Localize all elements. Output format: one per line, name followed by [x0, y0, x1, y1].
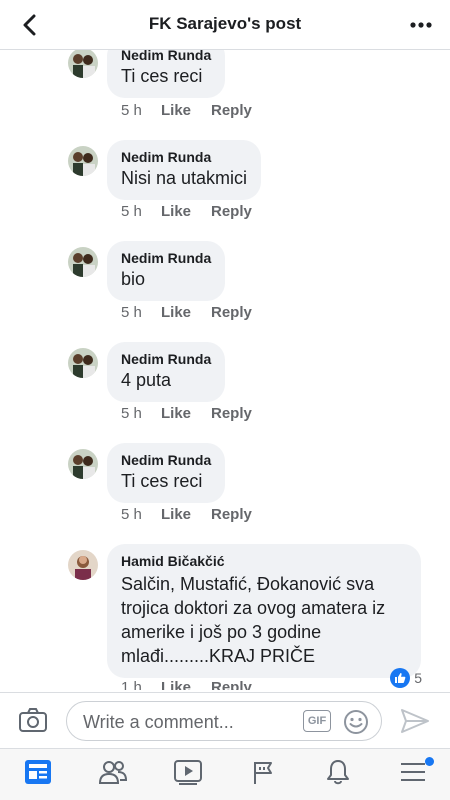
reaction-count: 5 — [414, 670, 422, 686]
comment-author[interactable]: Nedim Runda — [121, 50, 211, 64]
comment-text: 4 puta — [121, 370, 172, 390]
comment-text: Salčin, Mustafić, Đokanović sva trojica … — [121, 574, 386, 666]
reaction-summary[interactable]: 5 — [390, 668, 422, 688]
comment-text: Ti ces reci — [121, 66, 203, 86]
like-button[interactable]: Like — [161, 203, 211, 220]
tab-pages[interactable] — [225, 749, 300, 800]
avatar[interactable] — [68, 146, 98, 176]
comment-time: 1 h — [121, 679, 142, 690]
comment-bubble[interactable]: Nedim Runda Ti ces reci — [107, 50, 226, 98]
camera-icon[interactable] — [18, 707, 48, 735]
comment-author[interactable]: Nedim Runda — [121, 451, 211, 469]
tab-friends[interactable] — [75, 749, 150, 800]
comment-text: Nisi na utakmici — [121, 168, 248, 188]
like-button[interactable]: Like — [161, 102, 211, 119]
reply-button[interactable]: Reply — [211, 506, 252, 523]
comment-meta: 5 h Like Reply — [121, 304, 252, 321]
comment-author[interactable]: Nedim Runda — [121, 350, 211, 368]
comment-time: 5 h — [121, 506, 142, 523]
like-button[interactable]: Like — [161, 679, 211, 690]
comment-text: Ti ces reci — [121, 471, 203, 491]
gif-button[interactable]: GIF — [303, 710, 331, 732]
comment-time: 5 h — [121, 304, 142, 321]
reply-button[interactable]: Reply — [211, 679, 252, 690]
tab-notifications[interactable] — [300, 749, 375, 800]
comment-bubble[interactable]: Nedim Runda bio — [107, 241, 226, 301]
reply-button[interactable]: Reply — [211, 203, 252, 220]
tab-watch[interactable] — [150, 749, 225, 800]
comment-time: 5 h — [121, 405, 142, 422]
reply-button[interactable]: Reply — [211, 304, 252, 321]
avatar[interactable] — [68, 348, 98, 378]
comment-input-placeholder: Write a comment... — [83, 712, 234, 732]
comment-bubble[interactable]: Nedim Runda Nisi na utakmici — [107, 140, 262, 200]
comment-meta: 5 h Like Reply — [121, 405, 252, 422]
reply-button[interactable]: Reply — [211, 405, 252, 422]
avatar[interactable] — [68, 50, 98, 78]
avatar[interactable] — [68, 449, 98, 479]
comment-meta: 5 h Like Reply — [121, 102, 252, 119]
comment-composer: Write a comment... GIF — [0, 692, 450, 748]
reply-button[interactable]: Reply — [211, 102, 252, 119]
news-feed-icon — [24, 759, 52, 790]
bell-icon — [325, 758, 351, 791]
top-bar: FK Sarajevo's post — [0, 0, 450, 50]
flag-icon — [250, 759, 276, 790]
comment-meta: 5 h Like Reply — [121, 203, 252, 220]
send-icon[interactable] — [400, 707, 430, 735]
comment-bubble[interactable]: Nedim Runda Ti ces reci — [107, 443, 226, 503]
comment-author[interactable]: Nedim Runda — [121, 148, 247, 166]
comment-author[interactable]: Hamid Bičakčić — [121, 552, 407, 570]
page-title: FK Sarajevo's post — [148, 14, 302, 33]
comment-meta: 5 h Like Reply — [121, 506, 252, 523]
like-button[interactable]: Like — [161, 506, 211, 523]
like-button[interactable]: Like — [161, 405, 211, 422]
comment-input[interactable]: Write a comment... GIF — [66, 701, 382, 741]
notification-dot — [425, 757, 434, 766]
thumbs-up-icon — [390, 668, 411, 688]
avatar[interactable] — [68, 550, 98, 580]
tab-news-feed[interactable] — [0, 749, 75, 800]
tab-menu[interactable] — [375, 749, 450, 800]
menu-icon — [399, 761, 427, 788]
watch-icon — [173, 759, 203, 790]
comment-author[interactable]: Nedim Runda — [121, 249, 211, 267]
comment-meta: 1 h Like Reply — [121, 679, 252, 690]
comment-bubble[interactable]: Hamid Bičakčić Salčin, Mustafić, Đokanov… — [107, 544, 421, 678]
comment-time: 5 h — [121, 203, 142, 220]
comment-time: 5 h — [121, 102, 142, 119]
more-options-icon[interactable] — [406, 12, 436, 38]
comment-text: bio — [121, 269, 146, 289]
avatar[interactable] — [68, 247, 98, 277]
emoji-icon[interactable] — [343, 709, 369, 735]
like-button[interactable]: Like — [161, 304, 211, 321]
comments-list: Nedim Runda Ti ces reci 5 h Like Reply N… — [0, 50, 450, 690]
friends-icon — [98, 759, 128, 790]
comment-bubble[interactable]: Nedim Runda 4 puta — [107, 342, 226, 402]
bottom-tab-bar — [0, 748, 450, 800]
